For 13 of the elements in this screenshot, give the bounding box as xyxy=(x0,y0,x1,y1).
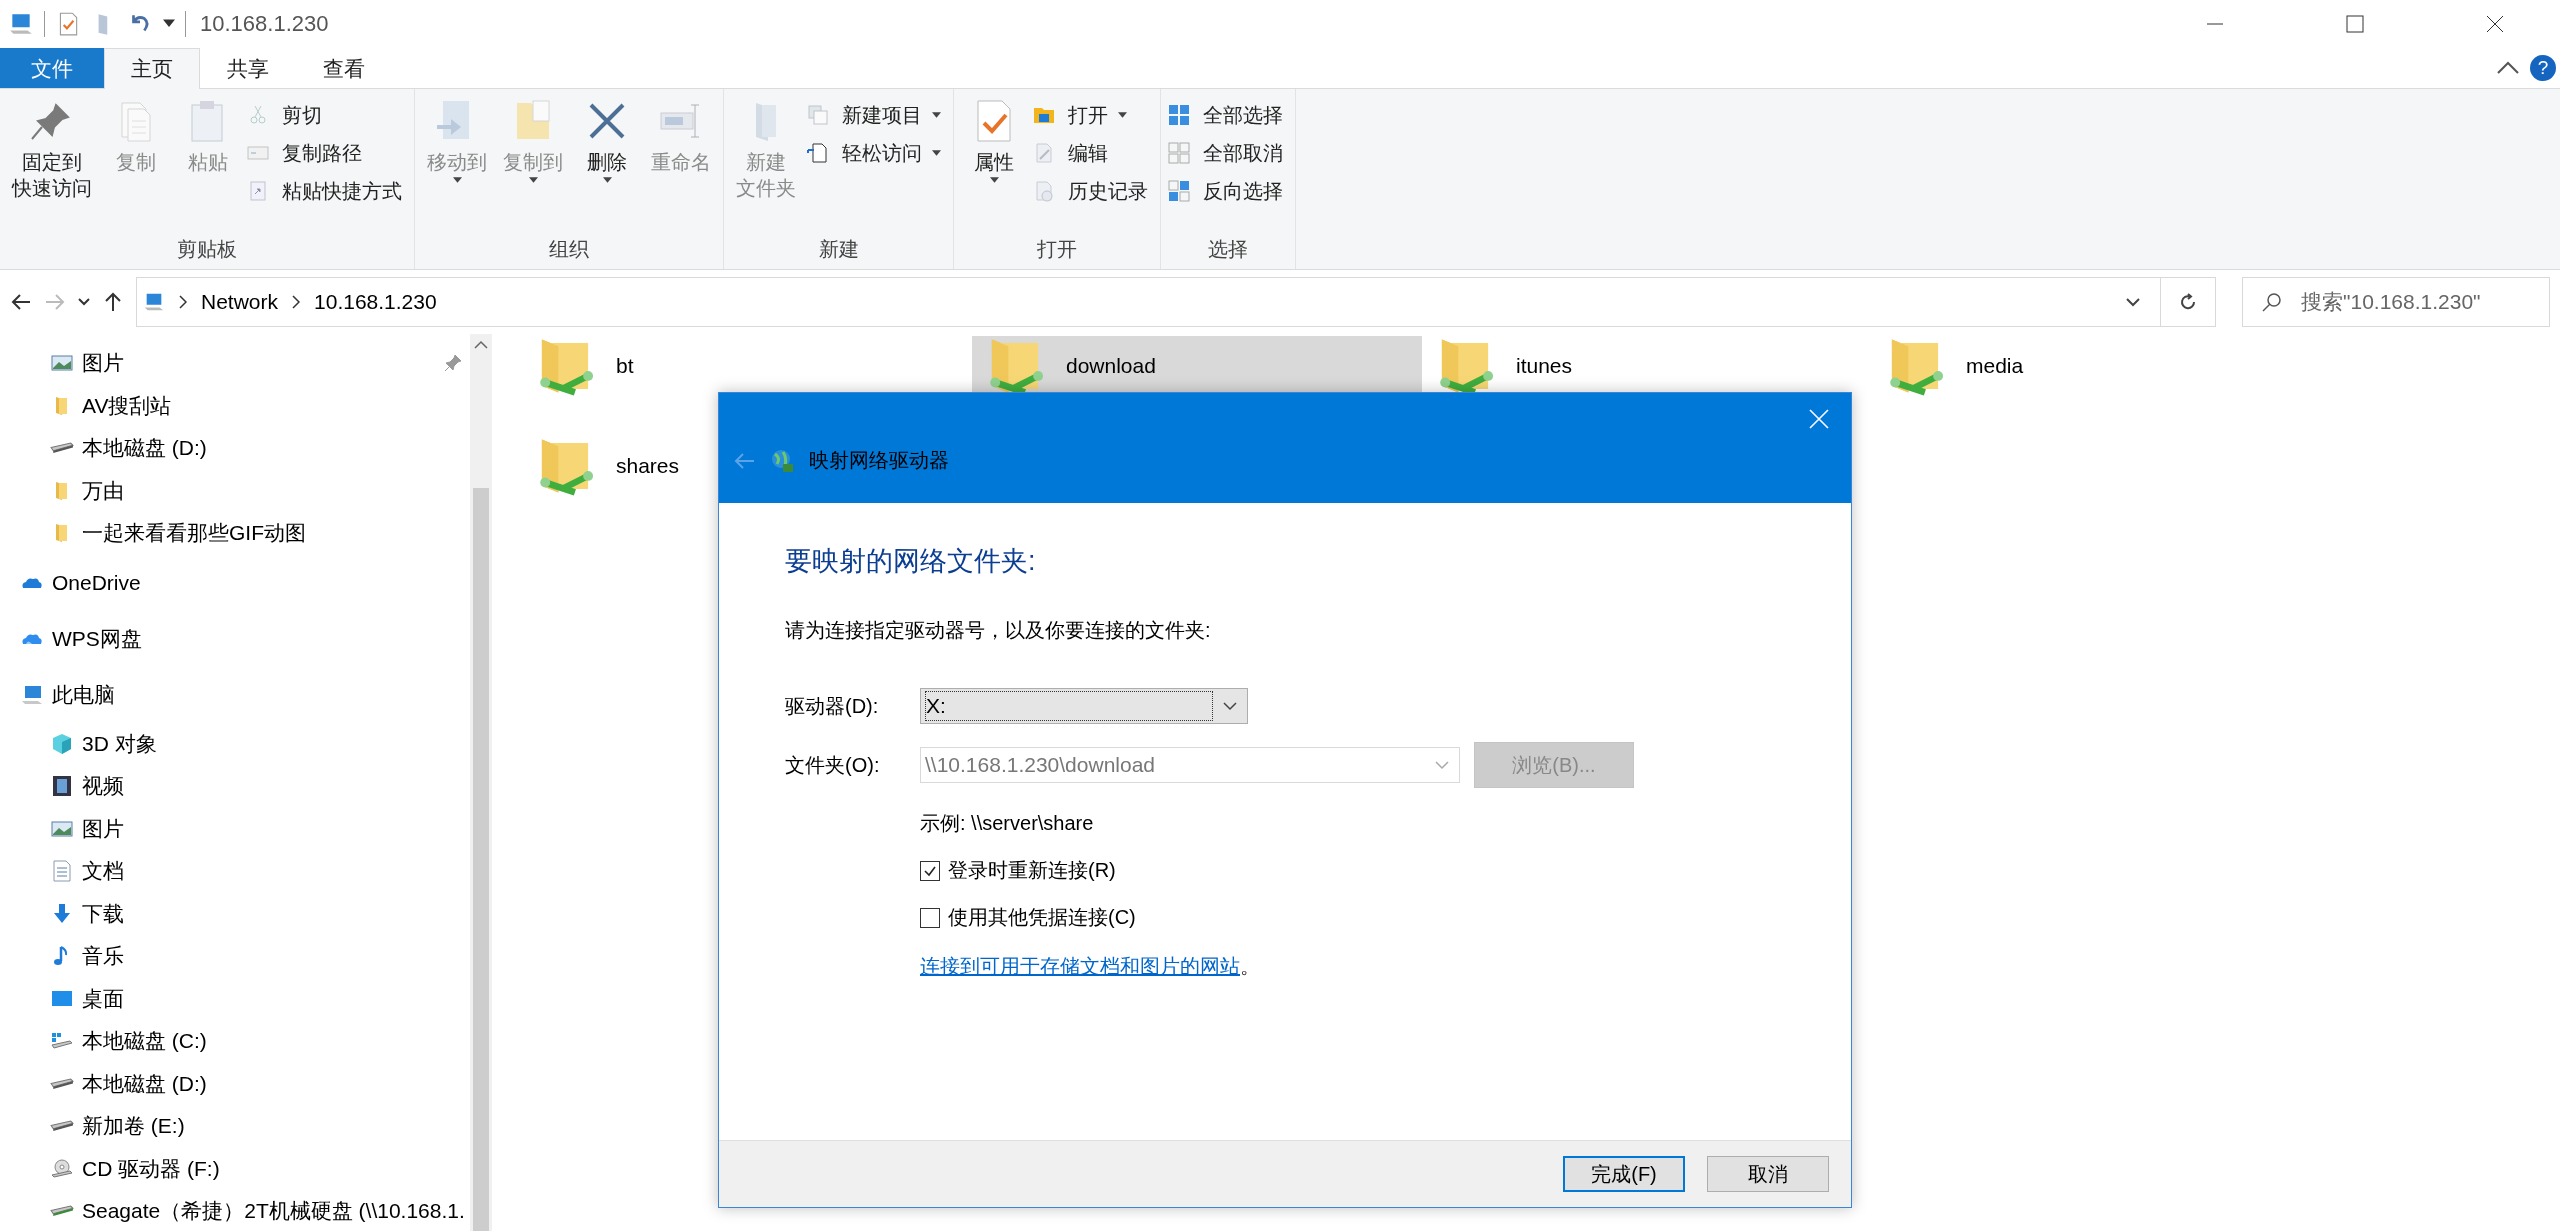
group-label: 组织 xyxy=(548,237,590,262)
field-label: 文件夹(O): xyxy=(785,752,881,778)
field-label: 驱动器(D): xyxy=(785,693,880,719)
group-label: 新建 xyxy=(817,237,860,262)
group-label: 选择 xyxy=(1207,237,1249,262)
example-text: 示例: \\server\share xyxy=(920,811,1095,836)
group-label: 剪贴板 xyxy=(176,237,238,262)
dialog-heading: 要映射的网络文件夹: xyxy=(785,545,1037,578)
dialog-title: 映射网络驱动器 xyxy=(809,448,949,473)
window-title: 10.168.1.230 xyxy=(200,11,329,37)
link-text: 连接到可用于存储文档和图片的网站。 xyxy=(920,954,1261,979)
instruction-text: 请为连接指定驱动器号，以及你要连接的文件夹: xyxy=(785,618,1212,643)
group-label: 打开 xyxy=(1036,237,1078,262)
